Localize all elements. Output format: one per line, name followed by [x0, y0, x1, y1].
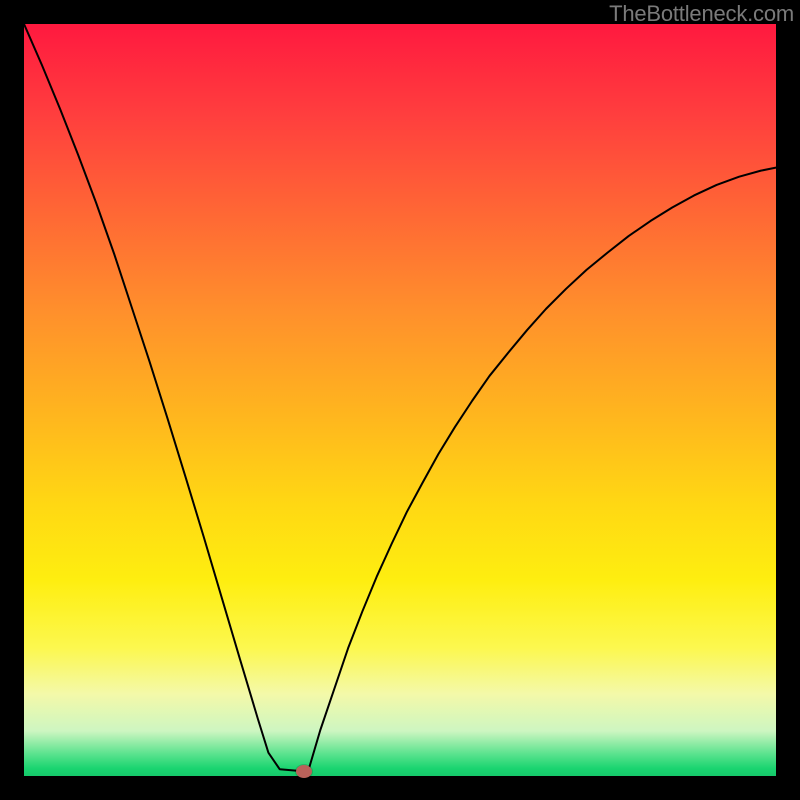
min-point-marker	[296, 765, 312, 778]
chart-curve	[24, 24, 776, 776]
chart-plot-area	[24, 24, 776, 776]
chart-frame: TheBottleneck.com	[0, 0, 800, 800]
chart-curve-path	[24, 24, 776, 776]
